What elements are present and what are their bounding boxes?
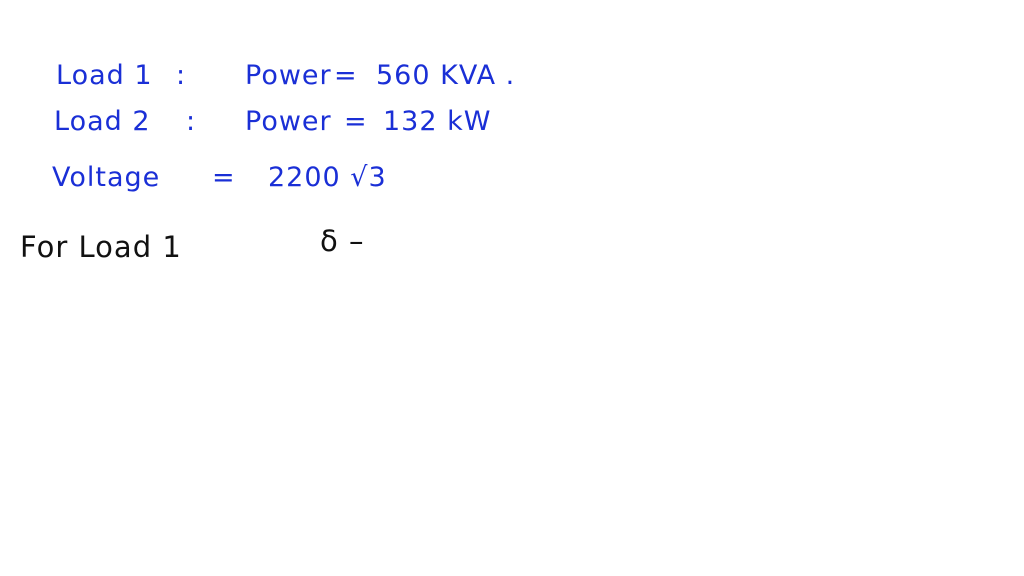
load1-sep: : xyxy=(176,60,187,91)
load2-eq: = xyxy=(344,106,368,137)
load1-eq: = xyxy=(334,60,358,91)
load1-label: Load 1 xyxy=(56,60,153,91)
load2-sep: : xyxy=(186,106,197,137)
load2-value: 132 kW xyxy=(383,106,492,137)
load1-name: Power xyxy=(245,60,332,91)
delta-symbol: δ – xyxy=(320,224,365,258)
voltage-eq: = xyxy=(212,162,236,193)
load1-value: 560 KVA . xyxy=(376,60,516,91)
load2-name: Power xyxy=(245,106,332,137)
for-load-label: For Load 1 xyxy=(20,230,182,264)
load2-label: Load 2 xyxy=(54,106,151,137)
voltage-label: Voltage xyxy=(52,162,161,193)
voltage-value: 2200 √3 xyxy=(268,162,387,193)
